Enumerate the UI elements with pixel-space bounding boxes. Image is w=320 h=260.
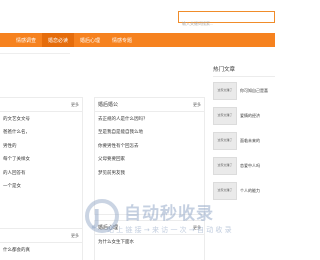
nav-item-1[interactable]: 情感调查: [10, 33, 42, 47]
panel-header: 婚后心理 更多: [95, 221, 204, 235]
article-thumbnail[interactable]: 这家太赚了: [213, 82, 237, 100]
list-item[interactable]: 你要男性有个回怎去: [95, 139, 204, 153]
list-item[interactable]: 男性的: [0, 139, 82, 153]
nav-item-home[interactable]: [0, 33, 10, 47]
more-link[interactable]: 更多: [71, 102, 79, 108]
left-article-panel-2: 更多 什么都会的真: [0, 228, 83, 260]
hot-article[interactable]: 这家太赚了 爱情的经济: [213, 105, 275, 127]
list-item[interactable]: 爸爸什么名，: [0, 126, 82, 140]
left-article-panel: 更多 的文艺女文号 爸爸什么名， 男性的 每个了关样女 的人回答有 一个是女: [0, 97, 83, 245]
hot-article-title[interactable]: 恋爱中人吗: [240, 163, 260, 169]
nav-item-4[interactable]: 情感专题: [106, 33, 138, 47]
panel-title: 婚后婚公: [98, 102, 119, 108]
list-item[interactable]: 父母要要回家: [95, 153, 204, 167]
list-item[interactable]: 什么都会的真: [0, 243, 82, 257]
hot-article[interactable]: 这家太赚了 个人的能力: [213, 180, 275, 202]
article-thumbnail[interactable]: 这家太赚了: [213, 107, 237, 125]
hot-article-title[interactable]: 你可知自己是喜: [240, 88, 268, 94]
hot-article-title[interactable]: 爱情的经济: [240, 113, 260, 119]
search-input[interactable]: [179, 18, 274, 29]
hot-article[interactable]: 这家太赚了 面临未来的: [213, 130, 275, 152]
list-item[interactable]: 去正规的人是什么因吗？: [95, 112, 204, 126]
more-link[interactable]: 更多: [71, 233, 79, 239]
divider: [213, 76, 275, 77]
panel-title: 婚后心理: [98, 225, 119, 231]
article-thumbnail[interactable]: 这家太赚了: [213, 157, 237, 175]
hot-article[interactable]: 这家太赚了 恋爱中人吗: [213, 155, 275, 177]
middle-article-panel-2: 婚后心理 更多 为什么女生下面水: [94, 220, 205, 260]
list-item[interactable]: 的人回答有: [0, 166, 82, 180]
panel-header: 婚后婚公 更多: [95, 98, 204, 112]
panel-header: 更多: [0, 229, 82, 243]
more-link[interactable]: 更多: [193, 225, 201, 231]
list-item[interactable]: 为什么女生下面水: [95, 235, 204, 249]
list-item[interactable]: 至是我自是能自我么地: [95, 126, 204, 140]
article-thumbnail[interactable]: 这家太赚了: [213, 182, 237, 200]
hot-article-title[interactable]: 个人的能力: [240, 188, 260, 194]
list-item[interactable]: 的文艺女文号: [0, 112, 82, 126]
nav-item-2[interactable]: 婚恋必读: [42, 33, 74, 47]
list-item[interactable]: 每个了关样女: [0, 153, 82, 167]
list-item[interactable]: 一个是女: [0, 180, 82, 194]
panel-header: 更多: [0, 98, 82, 112]
search-box[interactable]: [178, 11, 275, 29]
sidebar-title: 热门文章: [213, 67, 236, 73]
more-link[interactable]: 更多: [193, 102, 201, 108]
divider: [0, 53, 70, 54]
list-item[interactable]: 梦见前男友我: [95, 166, 204, 180]
nav-item-3[interactable]: 婚后心理: [74, 33, 106, 47]
hot-article-title[interactable]: 面临未来的: [240, 138, 260, 144]
middle-article-panel: 婚后婚公 更多 去正规的人是什么因吗？ 至是我自是能自我么地 你要男性有个回怎去…: [94, 97, 205, 215]
hot-articles-sidebar: 热门文章 这家太赚了 你可知自己是喜 这家太赚了 爱情的经济 这家太赚了 面临未…: [213, 62, 275, 260]
main-nav: 情感调查 婚恋必读 婚后心理 情感专题: [0, 33, 275, 47]
article-thumbnail[interactable]: 这家太赚了: [213, 132, 237, 150]
hot-article[interactable]: 这家太赚了 你可知自己是喜: [213, 80, 275, 102]
